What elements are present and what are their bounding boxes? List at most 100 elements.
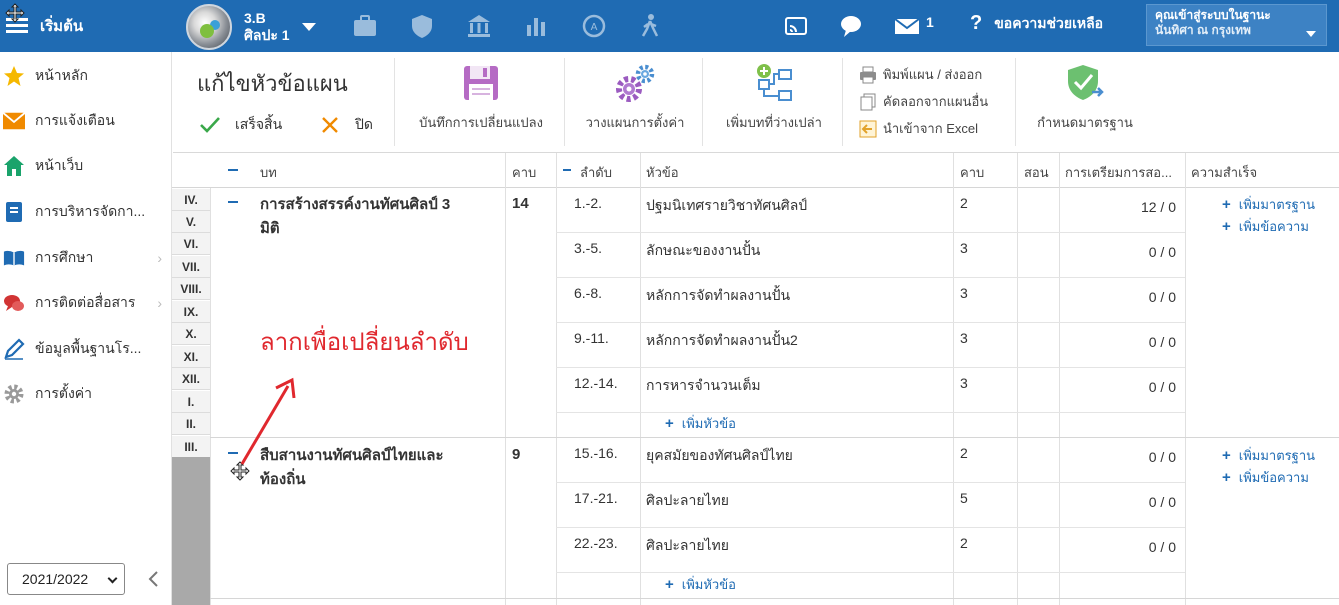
done-button[interactable]: เสร็จสิ้น [199,114,282,136]
class-switcher[interactable]: 3.B ศิลปะ 1 [186,4,316,50]
order-label[interactable]: V. [172,211,210,233]
sidebar-item-website[interactable]: หน้าเว็บ [0,146,172,186]
add-blank-chapter-button[interactable]: เพิ่มบทที่ว่างเปล่า [717,62,831,133]
print-export-button[interactable]: พิมพ์แผน / ส่งออก [859,64,982,85]
sidebar-item-home[interactable]: หน้าหลัก [0,56,172,96]
close-label: ปิด [355,116,373,132]
unit-title[interactable]: การสร้างสรรค์งานทัศนศิลป์ 3 มิติ [260,193,500,241]
add-text-link[interactable]: + เพิ่มข้อความ [1222,216,1309,237]
topic-name[interactable]: ศิลปะลายไทย [646,535,729,557]
plan-settings-button[interactable]: วางแผนการตั้งค่า [578,62,692,133]
topic-order: 15.-16. [574,445,618,461]
role-name: นันทิศา ณ กรุงเทพ [1155,23,1251,37]
plan-settings-label: วางแผนการตั้งค่า [585,115,685,130]
sidebar-item-management[interactable]: การบริหารจัดกา... [0,192,172,232]
header-prep[interactable]: การเตรียมการสอ... [1065,162,1172,183]
topic-prep[interactable]: 0 / 0 [1124,539,1176,555]
order-label[interactable]: IV. [172,189,210,211]
collapse-all-units-icon[interactable] [228,169,238,171]
import-excel-button[interactable]: นำเข้าจาก Excel [859,118,978,139]
sidebar-item-label: หน้าเว็บ [35,157,84,173]
sidebar-item-settings[interactable]: การตั้งค่า [0,374,172,414]
role-selector[interactable]: คุณเข้าสู่ระบบในฐานะ นันทิศา ณ กรุงเทพ [1146,4,1327,46]
topic-periods: 3 [960,240,968,256]
save-changes-button[interactable]: บันทึกการเปลี่ยนแปลง [411,62,551,133]
sidebar-item-education[interactable]: การศึกษา › [0,238,172,278]
mail-icon[interactable] [893,12,920,40]
school-year-select[interactable]: 2021/2022 [7,563,125,595]
header-unit[interactable]: บท [260,162,277,183]
set-standards-button[interactable]: กำหนดมาตรฐาน [1025,62,1145,133]
add-standard-link[interactable]: + เพิ่มมาตรฐาน [1222,445,1315,466]
page-title: แก้ไขหัวข้อแผน [197,71,348,96]
order-label[interactable]: X. [172,323,210,345]
copy-from-plan-button[interactable]: คัดลอกจากแผนอื่น [859,91,988,112]
order-label[interactable]: VI. [172,233,210,255]
chevron-down-icon [107,573,118,584]
sidebar-item-notifications[interactable]: การแจ้งเตือน [0,101,172,141]
order-label[interactable]: II. [172,413,210,435]
topic-periods: 2 [960,195,968,211]
chevron-down-icon [301,23,316,31]
topic-prep[interactable]: 0 / 0 [1124,244,1176,260]
topic-name[interactable]: ยุคสมัยของทัศนศิลป์ไทย [646,445,793,467]
gear-icon [3,383,25,405]
topic-name[interactable]: ปฐมนิเทศรายวิชาทัศนศิลป์ [646,195,807,217]
order-label[interactable]: VIII. [172,278,210,300]
topic-name[interactable]: ศิลปะลายไทย [646,490,729,512]
order-label[interactable]: IX. [172,301,210,323]
chevron-right-icon: › [157,295,162,311]
topic-prep[interactable]: 0 / 0 [1124,334,1176,350]
gears-icon [613,62,657,104]
bar-chart-icon[interactable] [522,12,550,40]
topic-name[interactable]: ลักษณะของงานปั้น [646,240,760,262]
header-periods[interactable]: คาบ [512,162,536,183]
add-text-link[interactable]: + เพิ่มข้อความ [1222,467,1309,488]
badge-icon[interactable]: A [580,12,608,40]
add-topic-link[interactable]: + เพิ่มหัวข้อ [665,574,736,595]
order-label[interactable]: I. [172,391,210,413]
topic-periods: 5 [960,490,968,506]
sidebar: หน้าหลัก การแจ้งเตือน หน้าเว็บ การบริหาร… [0,52,172,605]
collapse-sidebar-button[interactable] [146,570,160,588]
sidebar-item-school-data[interactable]: ข้อมูลพื้นฐานโร... [0,329,172,369]
close-button[interactable]: ปิด [321,114,373,136]
header-topic-periods[interactable]: คาบ [960,162,984,183]
topic-prep[interactable]: 0 / 0 [1124,379,1176,395]
topic-name[interactable]: หลักการจัดทำผลงานปั้น [646,285,790,307]
bank-icon[interactable] [465,12,493,40]
svg-text:A: A [591,22,598,33]
sidebar-item-communication[interactable]: การติดต่อสื่อสาร › [0,283,172,323]
briefcase-icon[interactable] [351,12,379,40]
chat-icon[interactable] [838,12,866,40]
add-standard-link[interactable]: + เพิ่มมาตรฐาน [1222,194,1315,215]
header-order[interactable]: ลำดับ [580,162,612,183]
order-label[interactable]: III. [172,436,210,458]
plus-icon: + [1222,469,1231,486]
topic-prep[interactable]: 0 / 0 [1124,494,1176,510]
unit-title-line: ท้องถิ่น [260,471,306,488]
header-achievement[interactable]: ความสำเร็จ [1191,162,1257,183]
unit-title-line: มิติ [260,220,280,237]
book-icon [3,247,25,269]
add-topic-link[interactable]: + เพิ่มหัวข้อ [665,413,736,434]
topic-prep[interactable]: 0 / 0 [1124,289,1176,305]
order-label[interactable]: VII. [172,256,210,278]
topic-name[interactable]: การหารจำนวนเต็ม [646,375,761,397]
topic-prep[interactable]: 12 / 0 [1124,199,1176,215]
order-label[interactable]: XII. [172,368,210,390]
copy-icon [860,93,876,110]
close-icon [322,117,338,133]
help-button[interactable]: ? ขอความช่วยเหลือ [970,12,1103,35]
cast-icon[interactable] [782,12,810,40]
collapse-all-topics-icon[interactable] [563,169,571,171]
walk-icon[interactable] [637,12,665,40]
topic-name[interactable]: หลักการจัดทำผลงานปั้น2 [646,330,798,352]
order-label[interactable]: XI. [172,346,210,368]
header-taught[interactable]: สอน [1024,162,1049,183]
shield-icon[interactable] [408,12,436,40]
header-topic[interactable]: หัวข้อ [646,162,679,183]
topic-prep[interactable]: 0 / 0 [1124,449,1176,465]
collapse-unit-icon[interactable] [228,201,238,203]
topic-periods: 2 [960,445,968,461]
